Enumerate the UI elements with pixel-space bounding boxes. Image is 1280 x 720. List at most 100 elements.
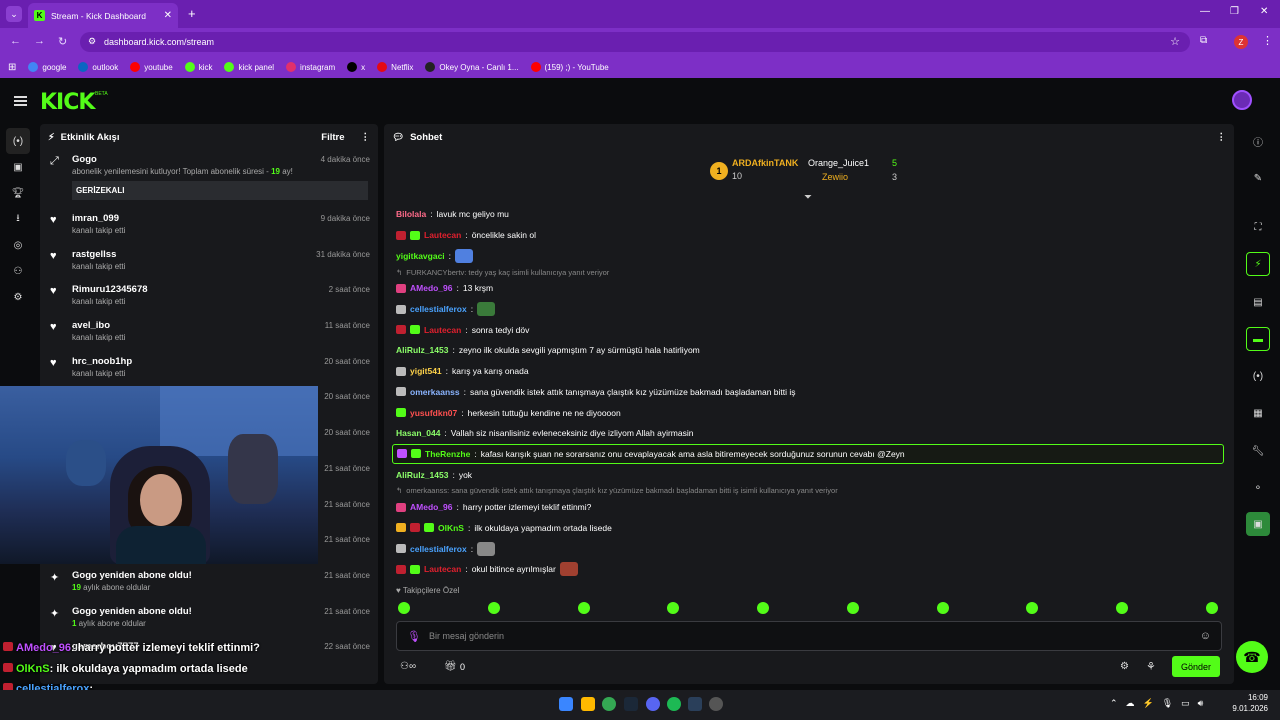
- chat-username[interactable]: yigitkavgaci: [396, 251, 445, 261]
- activity-item[interactable]: ✦ Gogo yeniden abone oldu! 1 aylık abone o…: [40, 602, 378, 638]
- stream-icon[interactable]: (•): [6, 128, 30, 154]
- filter-button[interactable]: Filtre: [321, 132, 344, 143]
- quick-emote-icon[interactable]: [487, 602, 500, 614]
- chat-username[interactable]: AMedo_96: [410, 283, 453, 293]
- back-icon[interactable]: ←: [10, 35, 21, 47]
- chat-username[interactable]: Hasan_044: [396, 428, 440, 438]
- activity-item[interactable]: ♥ avel_ibo kanalı takip etti 11 saat önce: [40, 316, 378, 352]
- chat-message[interactable]: cellestialferox:: [392, 299, 1224, 320]
- activity-menu-icon[interactable]: ⋮: [361, 132, 371, 143]
- chat-message[interactable]: omerkaanss: sana güvendik istek attık tan…: [392, 382, 1224, 403]
- chat-username[interactable]: AliRulz_1453: [396, 345, 448, 355]
- bookmark-item[interactable]: youtube: [130, 62, 173, 72]
- edit-icon[interactable]: ✎: [1246, 166, 1270, 190]
- user-avatar[interactable]: [1232, 90, 1252, 110]
- close-tab-icon[interactable]: ✕: [164, 10, 172, 21]
- support-icon[interactable]: ☎: [1236, 641, 1268, 673]
- system-tray-icons[interactable]: ⌃☁⚡🎙︎▭🔊︎: [1110, 698, 1211, 709]
- emote-icon[interactable]: [559, 562, 578, 577]
- chat-message[interactable]: Lautecan: sonra tedyi döv: [392, 319, 1224, 340]
- menu-icon[interactable]: [14, 96, 27, 106]
- chat-message[interactable]: AMedo_96: harry potter izlemeyi teklif et…: [392, 497, 1224, 518]
- bookmark-item[interactable]: Netflix: [377, 62, 413, 72]
- browser-menu-icon[interactable]: ⋮: [1262, 34, 1273, 47]
- activity-item[interactable]: ♥ hrc_noob1hp kanalı takip etti 20 saat önc…: [40, 352, 378, 388]
- reply-context[interactable]: ↰ omerkaanss: sana güvendik istek attık t…: [392, 485, 1224, 497]
- mic-icon[interactable]: 🎙︎: [407, 630, 421, 643]
- chat-menu-icon[interactable]: ⋮: [1217, 132, 1227, 143]
- chat-message[interactable]: Lautecan: öncelikle sakin ol: [392, 225, 1224, 246]
- tab-search-button[interactable]: ⌄: [6, 6, 22, 22]
- chat-message[interactable]: TheRenzhe: kafası karışık şuan ne sorarsa…: [392, 443, 1224, 465]
- spotify-icon[interactable]: [667, 697, 681, 711]
- bookmark-item[interactable]: google: [28, 62, 66, 72]
- chat-message[interactable]: cellestialferox:: [392, 538, 1224, 559]
- activity-item[interactable]: ⤢ Gogo abonelik yenilemesini kutluyor! Top…: [40, 150, 378, 209]
- bookmark-item[interactable]: Okey Oyna - Canlı 1...: [425, 62, 519, 72]
- broadcast-icon[interactable]: (•): [1246, 364, 1270, 388]
- bookmark-item[interactable]: (159) ;) - YouTube: [530, 62, 609, 72]
- steam-icon[interactable]: [624, 697, 638, 711]
- chat-message[interactable]: Hasan_044: Vallah siz nisanlisiniz evlene…: [392, 423, 1224, 444]
- close-window-button[interactable]: ✕: [1260, 6, 1268, 17]
- chat-username[interactable]: Lautecan: [424, 325, 461, 335]
- stack-icon[interactable]: ▦: [1246, 401, 1270, 425]
- bookmark-star-icon[interactable]: ☆: [1170, 35, 1180, 48]
- chat-settings-icon[interactable]: ⚙: [1120, 661, 1129, 672]
- bookmark-item[interactable]: kick: [184, 62, 212, 72]
- extensions-icon[interactable]: ⧉: [1200, 35, 1207, 46]
- reply-context[interactable]: ↰ FURKANCYbertv: tedy yaş kaç isimli kull…: [392, 266, 1224, 278]
- chat-username[interactable]: Lautecan: [424, 564, 461, 574]
- minimize-button[interactable]: —: [1200, 6, 1210, 17]
- chat-username[interactable]: AMedo_96: [410, 502, 453, 512]
- chat-username[interactable]: omerkaanss: [410, 387, 460, 397]
- address-bar[interactable]: ⚙ dashboard.kick.com/stream ☆: [80, 32, 1190, 52]
- quick-emote-icon[interactable]: [846, 602, 859, 614]
- notes-icon[interactable]: ▤: [1246, 290, 1270, 314]
- site-info-icon[interactable]: ⚙: [88, 36, 96, 47]
- emote-icon[interactable]: [477, 302, 496, 317]
- chat-username[interactable]: OlKnS: [438, 523, 464, 533]
- emoji-icon[interactable]: ☺: [1200, 630, 1211, 642]
- chat-username[interactable]: cellestialferox: [410, 544, 467, 554]
- restore-button[interactable]: ❐: [1230, 6, 1239, 17]
- quick-emote-icon[interactable]: [667, 602, 680, 614]
- send-button[interactable]: Gönder: [1172, 656, 1220, 677]
- chat-username[interactable]: Bilolala: [396, 209, 426, 219]
- activity-toggle-icon[interactable]: ⚡︎: [1246, 252, 1270, 276]
- activity-item[interactable]: ♥ rastgellss kanalı takip etti 31 dakika ön…: [40, 245, 378, 281]
- wrench-icon[interactable]: 🔧︎: [1246, 439, 1270, 463]
- new-tab-button[interactable]: +: [188, 6, 196, 21]
- bookmark-item[interactable]: outlook: [78, 62, 118, 72]
- bookmark-item[interactable]: instagram: [286, 62, 335, 72]
- taskbar-clock[interactable]: 16:09 9.01.2026: [1218, 693, 1268, 713]
- chat-message[interactable]: yigitkavgaci:: [392, 245, 1224, 266]
- dashboard-icon[interactable]: ▣: [0, 154, 36, 180]
- bookmark-item[interactable]: kick panel: [224, 62, 274, 72]
- chat-message[interactable]: Bilolala: lavuk mc geliyo mu: [392, 204, 1224, 225]
- forward-icon[interactable]: →: [34, 35, 45, 47]
- gift-icon[interactable]: 🎁︎: [444, 661, 457, 672]
- app-icon[interactable]: ▣: [1246, 512, 1270, 536]
- file-explorer-icon[interactable]: [581, 697, 595, 711]
- pinned-toggle-icon[interactable]: ⏷: [804, 192, 812, 203]
- activity-item[interactable]: ♥ imran_099 kanalı takip etti 9 dakika önce: [40, 209, 378, 245]
- quick-emote-icon[interactable]: [398, 602, 410, 614]
- trophy-icon[interactable]: 🏆︎: [0, 180, 36, 206]
- info-icon[interactable]: ⓘ: [1246, 129, 1270, 153]
- emote-icon[interactable]: [477, 541, 496, 556]
- quick-emote-icon[interactable]: [936, 602, 949, 614]
- browser-tab[interactable]: K Stream - Kick Dashboard ✕: [28, 3, 178, 28]
- chat-username[interactable]: AliRulz_1453: [396, 470, 448, 480]
- quick-emote-icon[interactable]: [757, 602, 770, 614]
- start-icon[interactable]: [559, 697, 573, 711]
- users-icon[interactable]: ⚇: [0, 258, 36, 284]
- chat-emote-icon[interactable]: ⚘: [1146, 660, 1156, 673]
- emote-icon[interactable]: [455, 248, 474, 263]
- chat-username[interactable]: yusufdkn07: [410, 408, 457, 418]
- profile-avatar[interactable]: Z: [1234, 35, 1248, 49]
- reload-icon[interactable]: ↻: [58, 35, 67, 48]
- chat-message[interactable]: yusufdkn07: herkesin tuttuğu kendine ne n…: [392, 402, 1224, 423]
- chat-username[interactable]: yigit541: [410, 366, 442, 376]
- app-circle-icon[interactable]: [709, 697, 723, 711]
